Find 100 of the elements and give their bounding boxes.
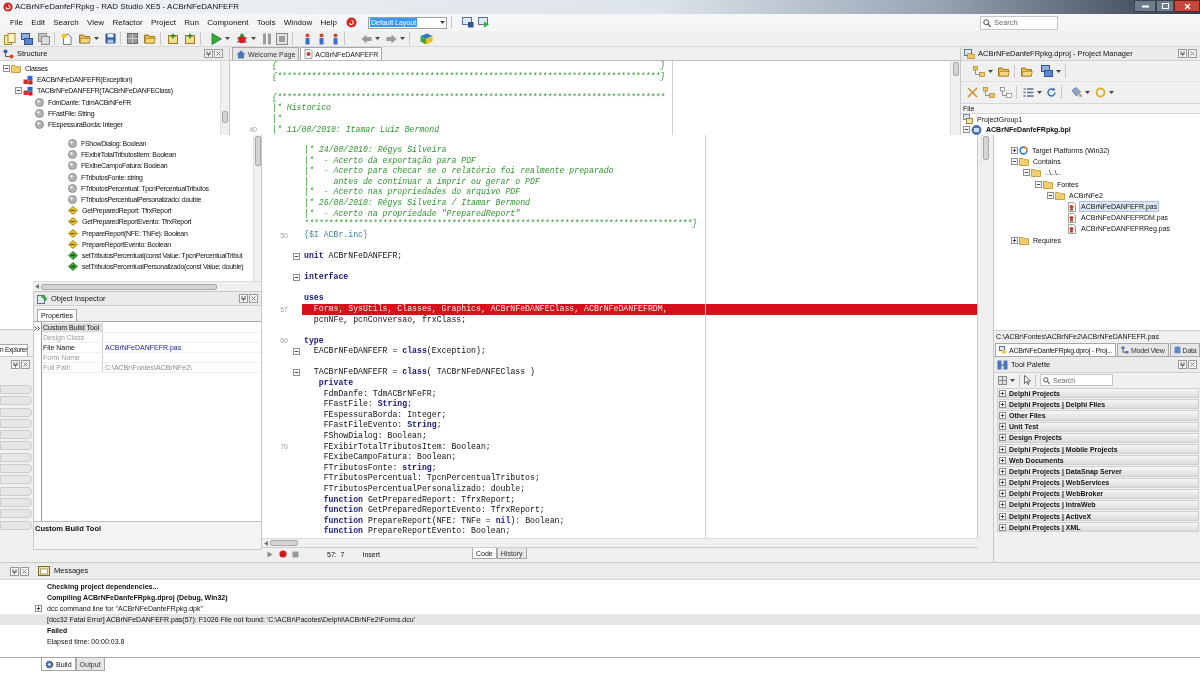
- pin-icon[interactable]: [10, 566, 19, 576]
- collapse-icon[interactable]: [3, 65, 10, 73]
- app-logo-icon: [3, 2, 13, 12]
- collapse-icon[interactable]: [1035, 180, 1042, 188]
- caret-icon: [440, 21, 445, 24]
- menu-item[interactable]: Window: [282, 18, 314, 27]
- menu-item[interactable]: Component: [206, 18, 250, 27]
- expand-icon[interactable]: [999, 467, 1006, 475]
- menu-item[interactable]: Project: [149, 18, 177, 27]
- close-icon[interactable]: [1188, 49, 1197, 58]
- code-line: | antes de continuar a imprir ou gerar o PDF: [303, 176, 540, 187]
- menu-item[interactable]: Help: [319, 18, 338, 27]
- tree-nodes-icon: [983, 87, 995, 98]
- scrollbar-thumb[interactable]: [983, 136, 989, 160]
- pin-icon[interactable]: [204, 49, 213, 58]
- menu-item[interactable]: Tools: [255, 18, 277, 27]
- pin-icon[interactable]: [239, 294, 248, 303]
- sphere-icon: [68, 183, 77, 193]
- collapse-icon[interactable]: [963, 126, 970, 134]
- gear-icon: [45, 659, 54, 669]
- info-icon: [317, 32, 326, 45]
- stop-icon: [292, 550, 299, 558]
- scrollbar[interactable]: [981, 135, 990, 165]
- collapse-icon[interactable]: [292, 369, 300, 377]
- code-line: pcnNFe, pcnConversao, frxClass;: [312, 314, 467, 326]
- expand-icon[interactable]: [999, 389, 1006, 397]
- expand-icon[interactable]: [999, 434, 1006, 442]
- cube-icon: [420, 32, 433, 45]
- collapse-icon[interactable]: [1047, 191, 1054, 199]
- stacked-windows-icon: [963, 114, 973, 125]
- collapse-icon[interactable]: [1011, 158, 1018, 166]
- close-icon[interactable]: [20, 566, 29, 576]
- expand-icon[interactable]: [1011, 236, 1018, 244]
- collapse-icon[interactable]: [1023, 169, 1030, 177]
- disc-icon[interactable]: [346, 17, 357, 28]
- scrollbar[interactable]: [33, 281, 261, 291]
- scrollbar-thumb[interactable]: [222, 111, 228, 123]
- code-line: FFastFileEvento: String;: [322, 420, 442, 431]
- minimize-button[interactable]: [1134, 0, 1156, 12]
- scrollbar[interactable]: [950, 61, 960, 136]
- expand-icon[interactable]: [999, 400, 1006, 408]
- collapse-icon[interactable]: [292, 252, 300, 260]
- window-title: ACBrNFeDanfeFRpkg - RAD Studio XE5 - ACBrNFeDANFEFR: [15, 3, 240, 11]
- close-icon[interactable]: [1188, 360, 1197, 369]
- collapse-icon[interactable]: [292, 273, 300, 281]
- menu-item[interactable]: File: [9, 18, 24, 27]
- close-icon[interactable]: [249, 294, 258, 303]
- scrollbar[interactable]: [253, 135, 261, 281]
- code-line: function GetPreparedReportEvento: TfrxReport;: [322, 505, 545, 516]
- minimize-icon: [1141, 4, 1149, 8]
- collapse-icon[interactable]: [15, 87, 22, 95]
- expand-icon[interactable]: [999, 456, 1006, 464]
- scrollbar-thumb[interactable]: [41, 283, 217, 290]
- expand-icon[interactable]: [35, 605, 42, 612]
- scrollbar[interactable]: [262, 538, 978, 547]
- ring-icon: [1095, 87, 1106, 98]
- menu-item[interactable]: Run: [183, 18, 200, 27]
- code-line: FShowDialog: Boolean;: [322, 431, 427, 442]
- code-line: {*******************************************************************************: [271, 92, 666, 103]
- window-list-icon: [38, 566, 50, 576]
- expand-icon[interactable]: [999, 479, 1006, 487]
- caret-icon: [1037, 91, 1042, 94]
- code-line: FExibeCampoFatura: Boolean;: [322, 452, 457, 463]
- pages-icon: [4, 32, 16, 45]
- close-icon[interactable]: [214, 49, 223, 58]
- close-button[interactable]: [1174, 0, 1200, 12]
- close-icon[interactable]: [21, 360, 30, 369]
- maximize-button[interactable]: [1156, 0, 1174, 12]
- collapse-icon[interactable]: [292, 348, 300, 356]
- diamond-icon: [68, 217, 78, 227]
- expand-icon[interactable]: [1011, 147, 1018, 155]
- expand-icon[interactable]: [999, 512, 1006, 520]
- menu-item[interactable]: Refactor: [111, 18, 144, 27]
- expand-icon[interactable]: [999, 411, 1006, 419]
- expand-icon[interactable]: [999, 423, 1006, 431]
- play-icon: [267, 550, 273, 558]
- scrollbar-thumb[interactable]: [270, 540, 298, 546]
- pin-icon[interactable]: [1178, 49, 1187, 58]
- code-line: *******************************************************************************}: [303, 219, 698, 230]
- code-line: |* 24/08/2010: Régys Silveira: [303, 145, 447, 156]
- pin-icon[interactable]: [1178, 360, 1187, 369]
- expand-icon[interactable]: [999, 523, 1006, 531]
- scrollbar[interactable]: [220, 61, 229, 135]
- ring-icon: [1019, 146, 1028, 156]
- scrollbar-thumb[interactable]: [254, 136, 261, 166]
- expand-icon[interactable]: [999, 490, 1006, 498]
- code-line: FEspessuraBorda: Integer;: [322, 409, 447, 420]
- page-plus-icon: [167, 32, 179, 45]
- left-arrow-icon: [35, 284, 39, 289]
- menu-item[interactable]: Edit: [30, 18, 46, 27]
- menu-item[interactable]: View: [85, 18, 106, 27]
- expand-icon[interactable]: [999, 501, 1006, 509]
- scrollbar-thumb[interactable]: [952, 62, 959, 76]
- expand-icon[interactable]: [999, 445, 1006, 453]
- pin-icon[interactable]: [11, 360, 20, 369]
- folder-window-icon: [999, 346, 1007, 354]
- menu-item[interactable]: Search: [52, 18, 80, 27]
- sphere-icon: [68, 139, 77, 149]
- code-line: uses: [303, 293, 324, 304]
- caret-icon: [988, 69, 993, 73]
